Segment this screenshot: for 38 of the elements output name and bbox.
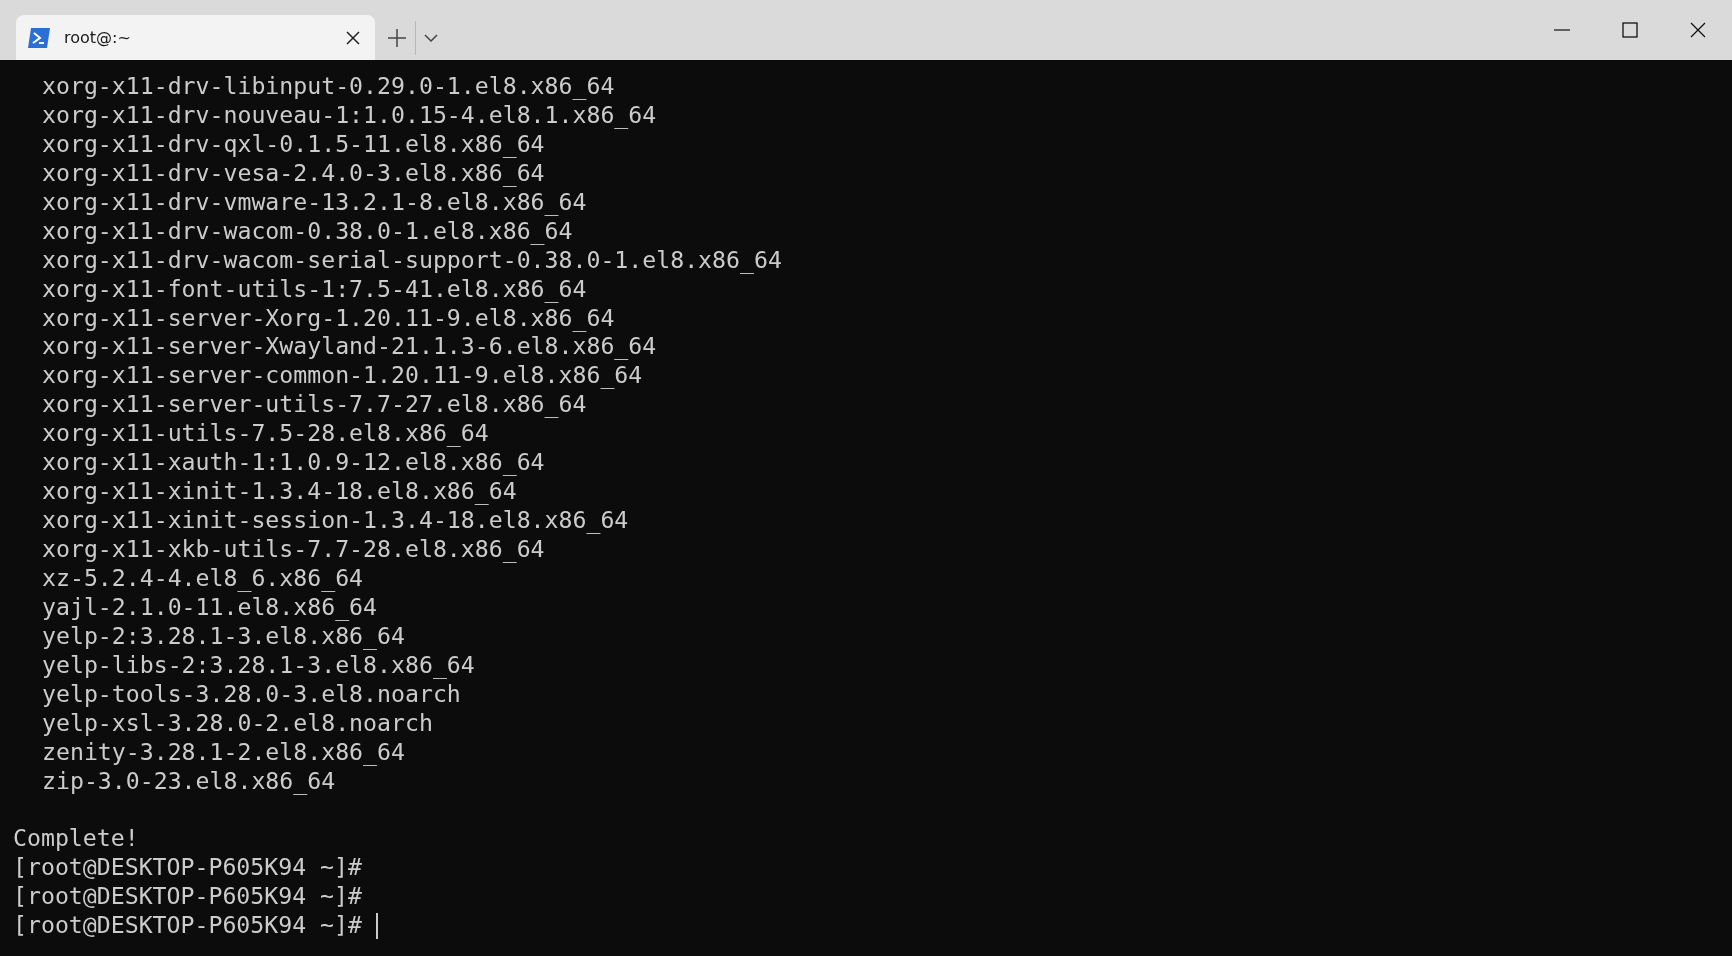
output-line: xorg-x11-server-utils-7.7-27.el8.x86_64 xyxy=(42,390,587,420)
prompt-line: [root@DESKTOP-P605K94 ~]# xyxy=(13,853,362,883)
close-icon xyxy=(1690,22,1706,38)
output-line: xorg-x11-server-Xwayland-21.1.3-6.el8.x86_64 xyxy=(42,332,657,362)
output-line: xorg-x11-drv-libinput-0.29.0-1.el8.x86_64 xyxy=(42,72,615,101)
output-line: yelp-xsl-3.28.0-2.el8.noarch xyxy=(42,708,433,738)
output-line: xorg-x11-drv-wacom-serial-support-0.38.0-1.el8.x86_64 xyxy=(42,245,782,275)
plus-icon[interactable] xyxy=(387,27,407,48)
output-line: xorg-x11-font-utils-1:7.5-41.el8.x86_64 xyxy=(42,274,587,304)
output-line: yajl-2.1.0-11.el8.x86_64 xyxy=(42,592,378,622)
output-line: xorg-x11-drv-vesa-2.4.0-3.el8.x86_64 xyxy=(42,158,545,188)
output-line: xorg-x11-drv-wacom-0.38.0-1.el8.x86_64 xyxy=(42,216,573,246)
output-line: xorg-x11-xkb-utils-7.7-28.el8.x86_64 xyxy=(42,535,545,564)
output-line: xorg-x11-xinit-session-1.3.4-18.el8.x86_64 xyxy=(42,506,629,535)
output-line: xorg-x11-xinit-1.3.4-18.el8.x86_64 xyxy=(42,477,517,507)
prompt-line: [root@DESKTOP-P605K94 ~]# xyxy=(13,911,362,941)
output-line: xorg-x11-drv-nouveau-1:1.0.15-4.el8.1.x86_64 xyxy=(42,100,657,130)
prompt-line: [root@DESKTOP-P605K94 ~]# xyxy=(13,882,362,912)
minimize-icon xyxy=(1554,29,1570,31)
chevron-down-icon[interactable] xyxy=(424,33,438,42)
output-line: xorg-x11-server-Xorg-1.20.11-9.el8.x86_64 xyxy=(42,303,615,333)
output-line: yelp-libs-2:3.28.1-3.el8.x86_64 xyxy=(42,650,475,680)
output-line: zip-3.0-23.el8.x86_64 xyxy=(42,766,336,796)
close-icon[interactable] xyxy=(345,29,361,46)
output-line: xz-5.2.4-4.el8_6.x86_64 xyxy=(42,563,364,593)
output-line: yelp-tools-3.28.0-3.el8.noarch xyxy=(42,679,461,709)
status-line: Complete! xyxy=(13,824,139,854)
tab-title: root@:~ xyxy=(64,28,132,47)
output-line: yelp-2:3.28.1-3.el8.x86_64 xyxy=(42,621,405,651)
output-line: xorg-x11-drv-qxl-0.1.5-11.el8.x86_64 xyxy=(42,129,545,159)
output-line: zenity-3.28.1-2.el8.x86_64 xyxy=(42,737,405,767)
output-line: xorg-x11-server-common-1.20.11-9.el8.x86_64 xyxy=(42,361,643,391)
terminal-icon xyxy=(28,27,50,48)
output-line: xorg-x11-drv-vmware-13.2.1-8.el8.x86_64 xyxy=(42,187,587,217)
terminal-tab[interactable]: root@:~ xyxy=(16,15,375,60)
output-line: xorg-x11-xauth-1:1.0.9-12.el8.x86_64 xyxy=(42,448,545,478)
maximize-icon xyxy=(1622,22,1638,38)
output-line: xorg-x11-utils-7.5-28.el8.x86_64 xyxy=(42,419,489,449)
